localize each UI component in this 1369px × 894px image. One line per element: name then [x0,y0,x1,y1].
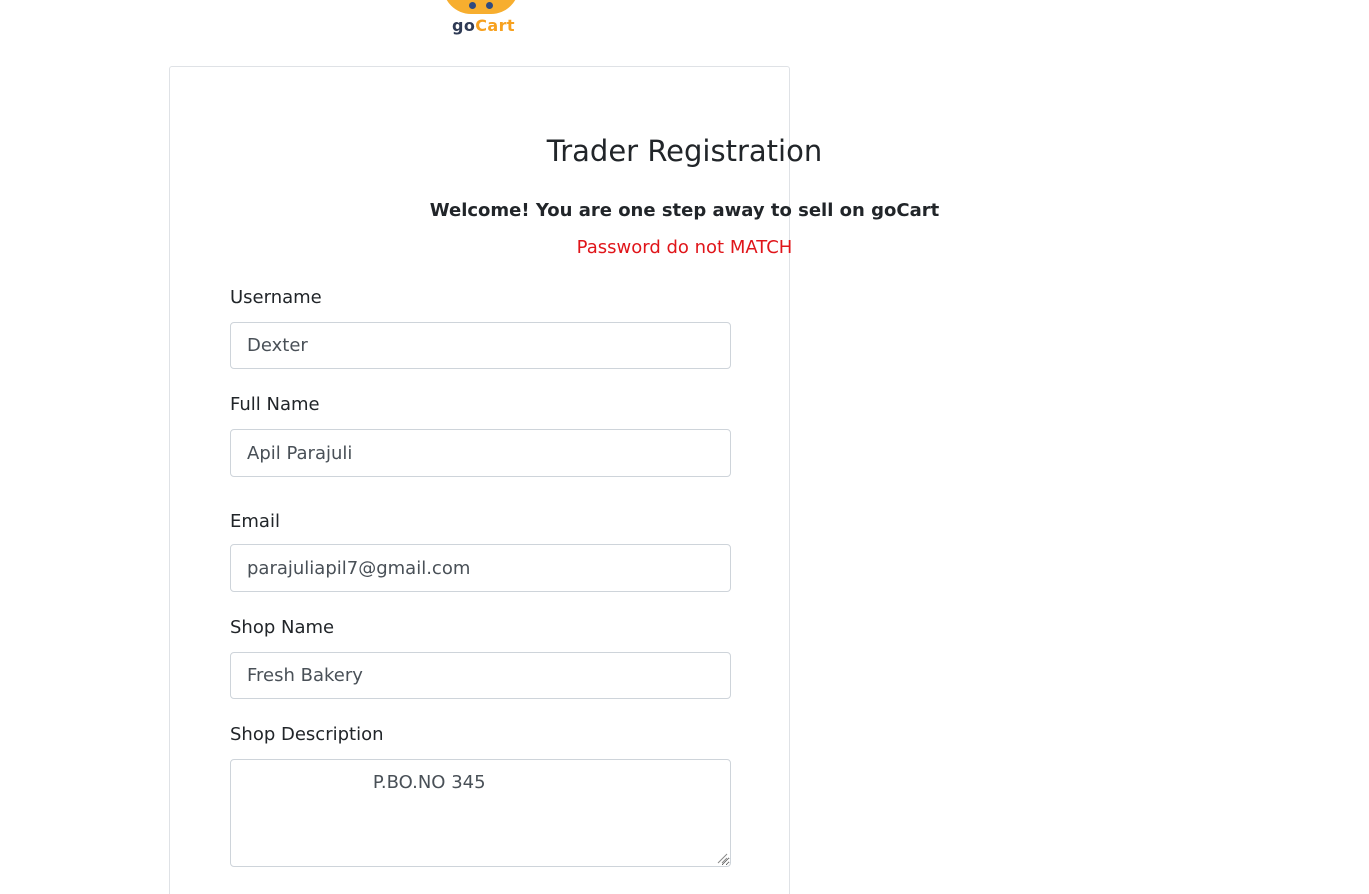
welcome-message: Welcome! You are one step away to sell o… [429,200,940,221]
resize-handle-icon[interactable] [717,853,728,864]
logo-text-go: go [452,16,476,35]
shop-description-textarea[interactable]: P.BO.NO 345 [230,759,731,867]
logo-text-cart: Cart [475,16,515,35]
password-error-message: Password do not MATCH [576,237,793,258]
email-label: Email [230,511,280,532]
full-name-input[interactable] [230,429,731,477]
shop-name-label: Shop Name [230,617,335,638]
username-label: Username [230,287,322,308]
email-input[interactable] [230,544,731,592]
gocart-logo[interactable]: goCart [440,0,522,40]
logo-wordmark: goCart [452,16,515,36]
shop-name-input[interactable] [230,652,731,699]
cart-logo-icon [443,0,519,14]
page-title: Trader Registration [546,134,823,168]
shop-description-label: Shop Description [230,724,384,745]
username-input[interactable] [230,322,731,369]
full-name-label: Full Name [230,394,320,415]
registration-page: goCart Trader Registration Welcome! You … [0,0,1369,894]
